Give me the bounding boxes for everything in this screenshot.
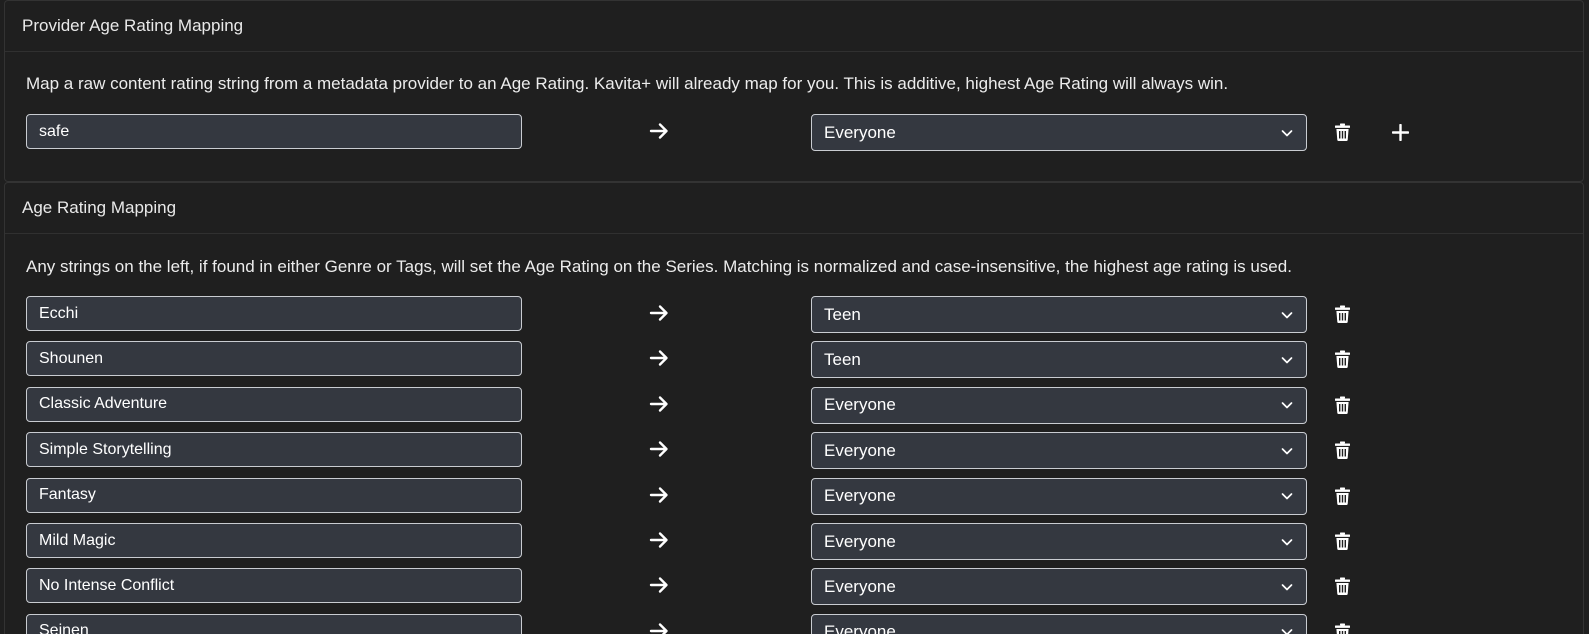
age-rating-select[interactable]: Everyone [811, 432, 1307, 470]
delete-row-button[interactable] [1330, 346, 1354, 372]
delete-row-button[interactable] [1330, 483, 1354, 509]
select-value: Everyone [824, 486, 896, 506]
select-value: Everyone [824, 531, 896, 551]
age-rating-card: Age Rating Mapping Any strings on the le… [4, 182, 1584, 634]
age-rating-input[interactable] [26, 341, 522, 377]
arrow-right-icon [649, 577, 668, 594]
chevron-down-icon [1281, 493, 1293, 500]
age-mapping-row: Everyone [26, 613, 1586, 634]
age-mapping-row: Everyone [26, 568, 1586, 606]
trash-icon [1334, 396, 1350, 414]
arrow-right-icon [649, 486, 668, 503]
select-value: Everyone [824, 622, 896, 634]
delete-row-button[interactable] [1330, 392, 1354, 418]
chevron-down-icon [1281, 357, 1293, 364]
age-rating-select[interactable]: Everyone [811, 613, 1307, 634]
age-rating-description: Any strings on the left, if found in eit… [26, 257, 1292, 276]
trash-icon [1334, 305, 1350, 323]
delete-row-button[interactable] [1330, 301, 1354, 327]
chevron-down-icon [1281, 402, 1293, 409]
arrow-right-icon [649, 396, 668, 412]
trash-icon [1334, 577, 1350, 596]
age-rating-input[interactable] [26, 613, 522, 634]
age-mapping-row: Everyone [26, 477, 1586, 515]
trash-icon [1334, 441, 1350, 460]
age-rating-input[interactable] [26, 523, 522, 558]
age-rating-select[interactable]: Everyone [811, 523, 1307, 560]
arrow-right-icon [649, 350, 668, 367]
trash-icon [1334, 487, 1350, 505]
delete-row-button[interactable] [1330, 528, 1354, 554]
chevron-down-icon [1281, 447, 1293, 455]
age-rating-input[interactable] [26, 477, 522, 513]
select-value: Everyone [824, 122, 896, 142]
age-rating-title: Age Rating Mapping [5, 183, 1583, 234]
arrow-right-icon [649, 123, 668, 139]
settings-page: Provider Age Rating Mapping Map a raw co… [0, 0, 1589, 634]
age-mapping-row: Everyone [26, 523, 1586, 560]
chevron-down-icon [1281, 311, 1293, 318]
provider-age-rating-description: Map a raw content rating string from a m… [26, 74, 1229, 93]
age-rating-input[interactable] [26, 386, 522, 422]
arrow-right-icon [649, 623, 668, 634]
age-mapping-row: Everyone [26, 432, 1586, 470]
select-value: Teen [824, 349, 861, 369]
provider-mapping-row: Everyone [26, 114, 1586, 151]
delete-row-button[interactable] [1330, 573, 1354, 599]
add-row-button[interactable] [1388, 119, 1412, 145]
age-rating-input[interactable] [26, 432, 522, 468]
trash-icon [1334, 350, 1350, 369]
arrow-right-icon [649, 441, 668, 457]
age-rating-select[interactable]: Everyone [811, 386, 1307, 424]
age-rating-select[interactable]: Everyone [811, 568, 1307, 606]
chevron-down-icon [1281, 538, 1293, 545]
chevron-down-icon [1281, 584, 1293, 591]
delete-row-button[interactable] [1330, 619, 1354, 634]
delete-row-button[interactable] [1330, 119, 1354, 145]
arrow-right-icon [649, 532, 668, 548]
provider-age-rating-title: Provider Age Rating Mapping [5, 1, 1583, 52]
age-rating-input[interactable] [26, 568, 522, 604]
age-mapping-row: Everyone [26, 386, 1586, 424]
age-rating-select[interactable]: Everyone [811, 477, 1307, 515]
chevron-down-icon [1281, 629, 1293, 634]
age-mapping-row: Teen [26, 296, 1586, 333]
select-value: Everyone [824, 440, 896, 460]
provider-age-rating-card: Provider Age Rating Mapping Map a raw co… [4, 0, 1584, 182]
age-rating-input[interactable] [26, 296, 522, 331]
provider-rating-input[interactable] [26, 114, 522, 149]
age-mapping-row: Teen [26, 341, 1586, 379]
trash-icon [1334, 623, 1350, 634]
select-value: Teen [824, 304, 861, 324]
select-value: Everyone [824, 576, 896, 596]
select-value: Everyone [824, 395, 896, 415]
trash-icon [1334, 532, 1350, 550]
trash-icon [1334, 123, 1350, 141]
provider-rating-select[interactable]: Everyone [811, 114, 1307, 151]
delete-row-button[interactable] [1330, 437, 1354, 463]
chevron-down-icon [1281, 129, 1293, 136]
age-rating-select[interactable]: Teen [811, 296, 1307, 333]
plus-icon [1391, 123, 1409, 141]
arrow-right-icon [649, 305, 668, 321]
age-rating-select[interactable]: Teen [811, 341, 1307, 379]
